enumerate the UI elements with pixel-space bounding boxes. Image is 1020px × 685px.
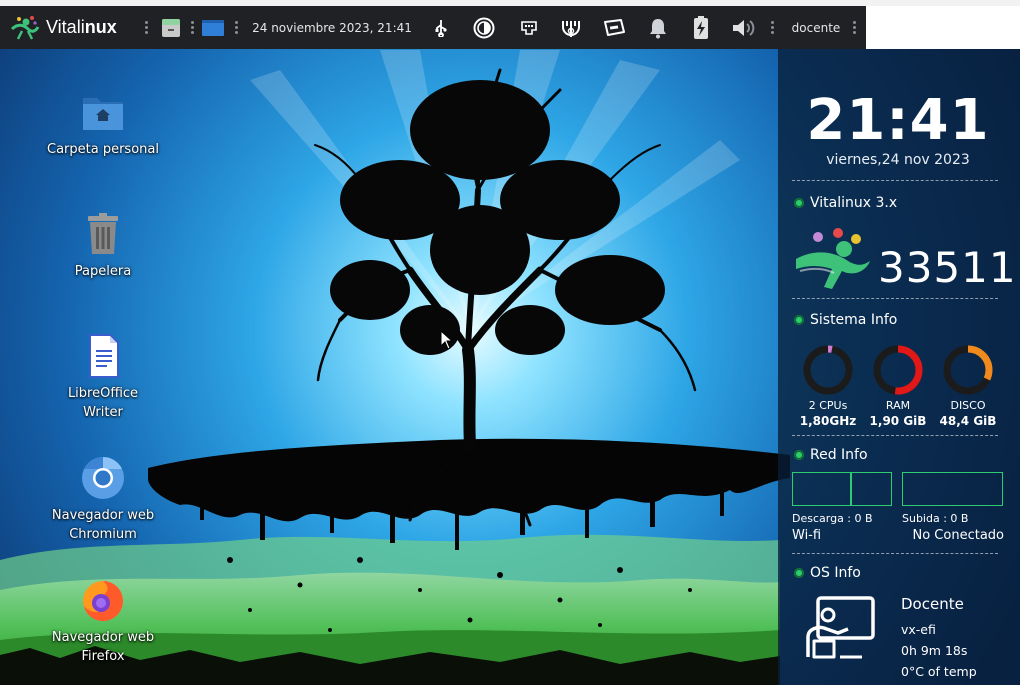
battery-icon[interactable] xyxy=(688,6,714,49)
teacher-board-icon xyxy=(806,596,875,659)
home-folder-icon xyxy=(79,88,127,136)
file-cabinet-launcher[interactable] xyxy=(158,6,184,49)
user-menu[interactable]: docente xyxy=(786,6,846,49)
os-uptime: 0h 9m 18s xyxy=(901,643,968,658)
file-cabinet-icon xyxy=(162,18,180,37)
panel-handle[interactable] xyxy=(142,6,150,49)
chromium-icon xyxy=(79,454,127,502)
trash-icon xyxy=(79,210,127,258)
divider xyxy=(792,298,998,299)
os-temp: 0°C of temp xyxy=(901,664,977,679)
download-graph xyxy=(792,472,892,506)
divider xyxy=(792,553,998,554)
divider xyxy=(792,180,998,181)
desktop-icon-label: Navegador web Chromium xyxy=(51,508,155,542)
network-interface: Wi-fi xyxy=(792,528,822,543)
download-graph-bar xyxy=(850,473,852,505)
panel-handle[interactable] xyxy=(188,6,196,49)
conky-system-monitor: 21:41 viernes,24 nov 2023 Vitalinux 3.x … xyxy=(778,49,1020,685)
conky-clock-date: viernes,24 nov 2023 xyxy=(826,152,970,168)
desktop-icon xyxy=(202,19,224,36)
panel-empty-area xyxy=(866,6,1020,49)
desktop-icon-label: Carpeta personal xyxy=(47,142,159,157)
disk-gauge: DISCO 48,4 GiB xyxy=(936,344,1000,428)
status-dot xyxy=(794,568,804,578)
upload-graph xyxy=(902,472,1003,506)
ram-gauge-ring xyxy=(873,345,923,395)
status-dot xyxy=(794,198,804,208)
panel-handle[interactable] xyxy=(850,6,858,49)
show-desktop-button[interactable] xyxy=(200,6,226,49)
ram-value: 1,90 GiB xyxy=(869,414,927,428)
desktop-icon-label: Papelera xyxy=(74,264,132,279)
cpu-label: 2 CPUs xyxy=(808,399,848,412)
desktop-icon-label: LibreOffice Writer xyxy=(67,386,139,420)
panel-handle[interactable] xyxy=(232,6,240,49)
cpu-gauge-ring xyxy=(803,345,853,395)
vitalinux-mascot-icon xyxy=(796,228,870,289)
network-icon[interactable] xyxy=(516,6,542,49)
os-user: Docente xyxy=(901,595,964,613)
network-status: No Conectado xyxy=(912,528,1005,543)
divider xyxy=(792,435,998,436)
vitalinux-logo-icon xyxy=(10,15,40,40)
ram-label: RAM xyxy=(885,399,911,412)
download-label: Descarga : 0 B xyxy=(792,512,873,525)
mouse-cursor xyxy=(440,330,454,350)
desktop-icon-home[interactable]: Carpeta personal xyxy=(43,88,163,159)
vitalinux-section-title: Vitalinux 3.x xyxy=(794,195,897,211)
desktop-icon-label: Navegador web Firefox xyxy=(51,630,155,664)
cpu-value: 1,80GHz xyxy=(799,414,857,428)
cpu-gauge: 2 CPUs 1,80GHz xyxy=(796,344,860,428)
conky-clock-time: 21:41 xyxy=(806,88,990,153)
vitalinux-menu-button[interactable]: Vitalinux xyxy=(10,6,132,49)
panel-handle[interactable] xyxy=(768,6,776,49)
panel-clock[interactable]: 24 noviembre 2023, 21:41 xyxy=(252,6,412,49)
desktop-icon-trash[interactable]: Papelera xyxy=(43,210,163,281)
vpn-icon[interactable] xyxy=(558,6,584,49)
desktop-icon-firefox[interactable]: Navegador web Firefox xyxy=(43,576,163,666)
system-section-title: Sistema Info xyxy=(794,312,897,328)
desktop-icon-chromium[interactable]: Navegador web Chromium xyxy=(43,454,163,544)
disk-label: DISCO xyxy=(950,399,986,412)
display-icon[interactable] xyxy=(471,6,497,49)
writer-icon xyxy=(79,332,127,380)
keyboard-icon[interactable] xyxy=(600,6,628,49)
upload-label: Subida : 0 B xyxy=(902,512,969,525)
ram-gauge: RAM 1,90 GiB xyxy=(866,344,930,428)
os-host: vx-efi xyxy=(901,622,936,637)
usb-icon[interactable] xyxy=(428,6,454,49)
disk-value: 48,4 GiB xyxy=(939,414,997,428)
desktop-icon-writer[interactable]: LibreOffice Writer xyxy=(43,332,163,422)
top-panel: Vitalinux 24 noviembre 2023, 21:41 docen… xyxy=(0,6,866,49)
status-dot xyxy=(794,450,804,460)
firefox-icon xyxy=(79,576,127,624)
status-dot xyxy=(794,315,804,325)
bell-icon[interactable] xyxy=(645,6,671,49)
disk-gauge-ring xyxy=(943,345,993,395)
vitalinux-counter: 33511 xyxy=(878,243,1017,292)
brand-name: Vitalinux xyxy=(46,17,117,37)
volume-icon[interactable] xyxy=(730,6,758,49)
os-section-title: OS Info xyxy=(794,565,861,581)
network-section-title: Red Info xyxy=(794,447,868,463)
